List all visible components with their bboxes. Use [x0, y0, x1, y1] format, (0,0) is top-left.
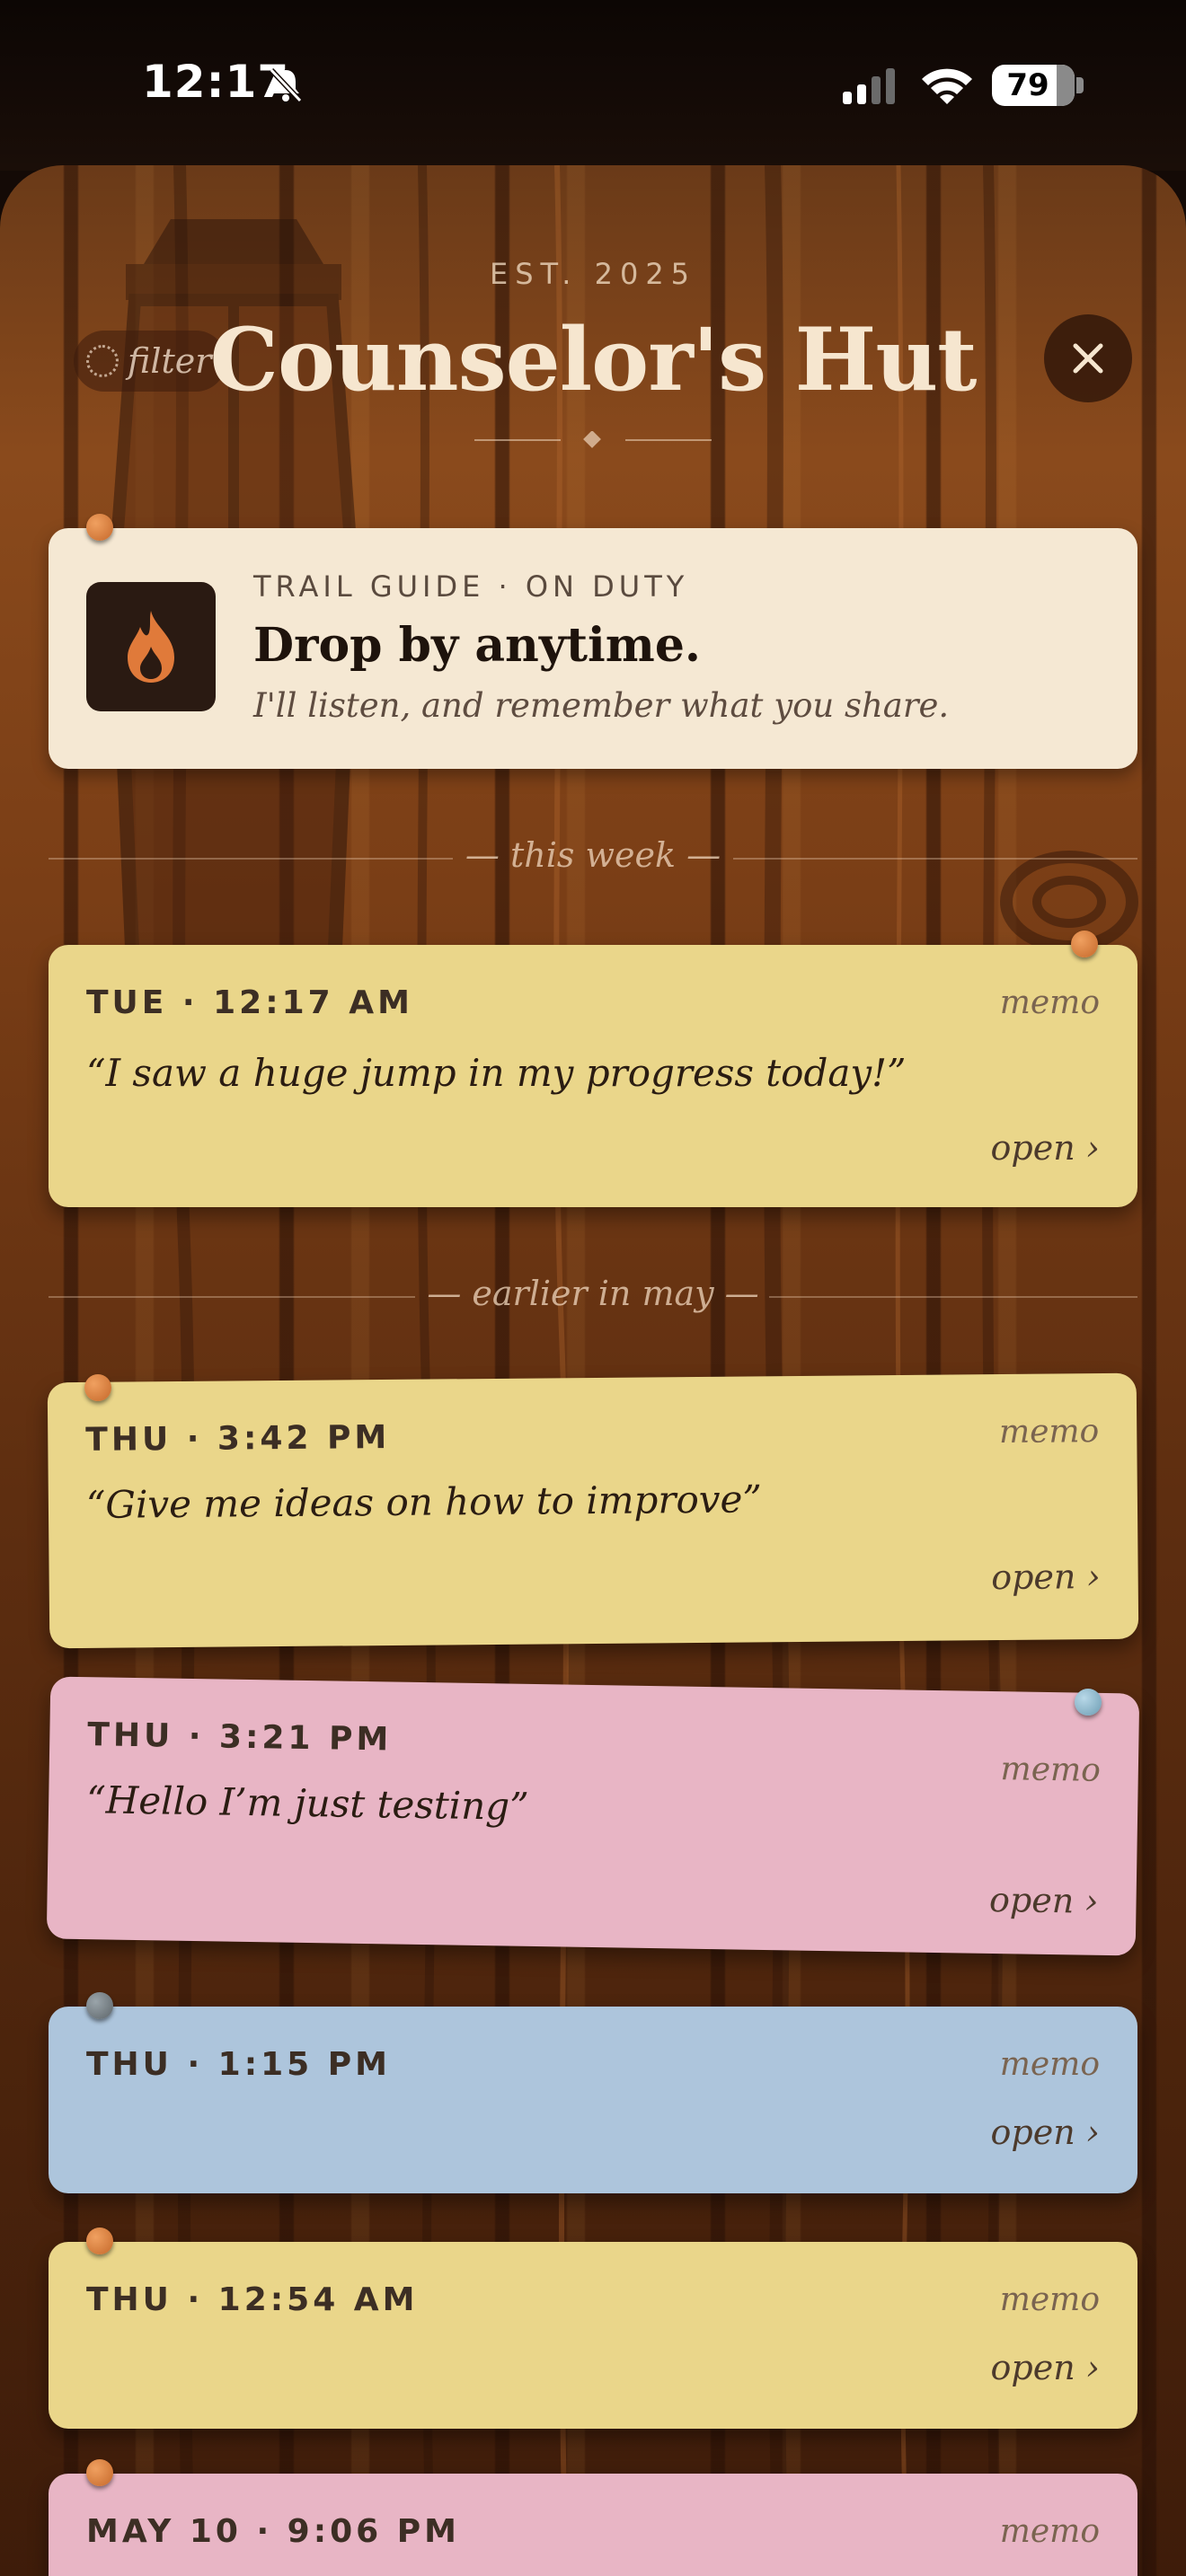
memo-open-link[interactable]: open ›	[991, 1128, 1100, 1168]
memo-open-link[interactable]: open ›	[991, 2348, 1100, 2387]
memo-quote: “Hello I’m just testing”	[85, 1778, 529, 1829]
pin-icon	[1071, 931, 1098, 957]
memo-card[interactable]: THU · 3:21 PM memo “Hello I’m just testi…	[46, 1676, 1140, 1956]
memo-card[interactable]: THU · 12:54 AM memo open ›	[49, 2242, 1137, 2429]
memo-date: THU · 12:54 AM	[86, 2281, 419, 2318]
memo-quote: “Give me ideas on how to improve”	[85, 1477, 763, 1527]
memo-quote: “I saw a huge jump in my progress today!…	[86, 1051, 907, 1095]
memo-open-link[interactable]: open ›	[991, 1557, 1101, 1597]
wifi-icon	[922, 68, 972, 104]
memo-date: THU · 1:15 PM	[86, 2046, 391, 2083]
memo-tag: memo	[999, 2046, 1100, 2083]
guide-eyebrow: TRAIL GUIDE · ON DUTY	[253, 569, 689, 604]
memo-tag: memo	[999, 984, 1100, 1021]
pin-icon	[86, 1992, 113, 2019]
main-sheet: EST. 2025 filter Counselor's Hut TRAIL G…	[0, 165, 1186, 2576]
memo-open-link[interactable]: open ›	[991, 2113, 1100, 2152]
pin-icon	[1075, 1689, 1102, 1716]
guide-headline: Drop by anytime.	[253, 618, 702, 673]
pin-icon	[86, 2228, 113, 2254]
memo-card[interactable]: MAY 10 · 9:06 PM memo	[49, 2474, 1137, 2576]
header-eyebrow: EST. 2025	[489, 257, 697, 291]
flame-tile	[86, 582, 216, 711]
pin-icon	[86, 2459, 113, 2486]
close-button[interactable]	[1044, 314, 1132, 402]
memo-date: THU · 3:42 PM	[85, 1418, 391, 1459]
close-icon	[1073, 343, 1103, 374]
section-label: — earlier in may —	[427, 1274, 759, 1313]
memo-tag: memo	[999, 2513, 1100, 2550]
memo-date: MAY 10 · 9:06 PM	[86, 2513, 460, 2550]
title-ornament	[474, 431, 712, 448]
signal-icon	[843, 68, 895, 104]
battery-icon: 79	[992, 65, 1075, 106]
pin-icon	[84, 1374, 111, 1401]
memo-tag: memo	[998, 1413, 1100, 1451]
guide-subtitle: I'll listen, and remember what you share…	[253, 686, 950, 725]
section-divider-this-week: — this week —	[49, 835, 1137, 880]
flame-icon	[128, 611, 174, 683]
guide-card[interactable]: TRAIL GUIDE · ON DUTY Drop by anytime. I…	[49, 528, 1137, 769]
memo-open-link[interactable]: open ›	[989, 1880, 1099, 1921]
page-title: Counselor's Hut	[209, 309, 978, 410]
memo-card[interactable]: THU · 1:15 PM memo open ›	[49, 2007, 1137, 2193]
memo-date: TUE · 12:17 AM	[86, 984, 413, 1021]
section-divider-earlier: — earlier in may —	[49, 1274, 1137, 1319]
battery-level: 79	[1006, 67, 1049, 103]
memo-tag: memo	[999, 2281, 1100, 2318]
pin-icon	[86, 514, 113, 541]
section-label: — this week —	[465, 835, 721, 875]
memo-date: THU · 3:21 PM	[87, 1716, 393, 1759]
memo-card[interactable]: TUE · 12:17 AM memo “I saw a huge jump i…	[49, 945, 1137, 1207]
status-bar: 12:17 79	[0, 0, 1186, 171]
memo-tag: memo	[1000, 1751, 1102, 1789]
memo-card[interactable]: THU · 3:42 PM memo “Give me ideas on how…	[47, 1372, 1139, 1649]
bell-slash-icon	[269, 67, 303, 103]
